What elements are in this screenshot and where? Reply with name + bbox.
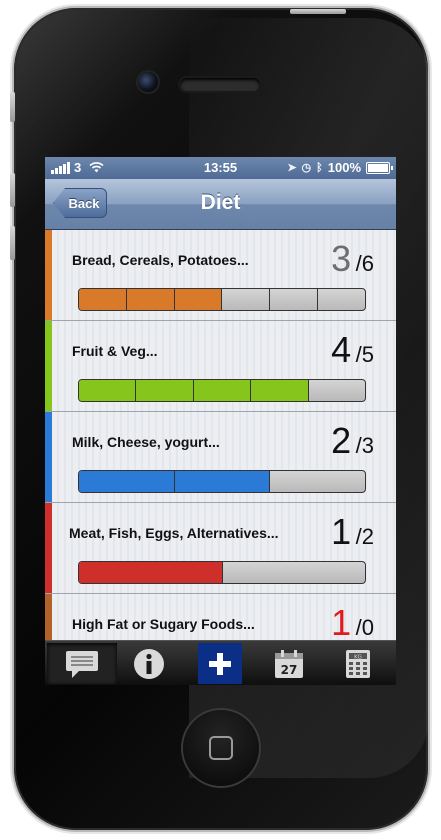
row-score: 1 /2 (331, 511, 374, 553)
navigation-bar: Back Diet (45, 179, 396, 230)
status-right: ➤ ◷ ᛒ 100% (287, 160, 393, 175)
info-icon (134, 648, 164, 679)
progress-segment-filled (174, 289, 223, 310)
score-value: 2 (331, 420, 352, 461)
progress-segment-empty (270, 471, 365, 492)
tab-info[interactable] (114, 643, 184, 684)
progress-segment-filled (79, 562, 223, 583)
row-label: Milk, Cheese, yogurt... (72, 434, 220, 450)
score-target: /6 (355, 251, 374, 276)
tab-weight[interactable]: KG (323, 643, 393, 684)
score-target: /3 (355, 433, 374, 458)
progress-bar (78, 288, 366, 311)
screen: 3 13:55 ➤ ◷ ᛒ 100% Back Diet Bread, Cere… (45, 157, 396, 685)
tab-calendar[interactable]: 27 (254, 643, 324, 684)
row-score: 3 /6 (331, 238, 374, 280)
score-value: 1 (331, 602, 352, 643)
food-group-list: Bread, Cereals, Potatoes... 3 /6 Fruit &… (45, 230, 396, 685)
progress-bar (78, 561, 366, 584)
progress-segment-filled (174, 471, 271, 492)
progress-segment-filled (79, 289, 127, 310)
tab-bar: 27 KG (45, 640, 396, 685)
progress-segment-filled (126, 289, 175, 310)
battery-icon (366, 161, 393, 174)
alarm-clock-icon: ◷ (301, 162, 312, 174)
row-label: Meat, Fish, Eggs, Alternatives... (69, 525, 279, 541)
tab-add[interactable] (198, 643, 242, 684)
bluetooth-icon: ᛒ (316, 161, 323, 174)
power-button (290, 9, 346, 14)
score-target: /2 (355, 524, 374, 549)
scale-label: KG (354, 654, 362, 660)
row-color-stripe (45, 321, 52, 411)
score-value: 3 (331, 238, 352, 279)
progress-segment-empty (318, 289, 365, 310)
progress-segment-filled (136, 380, 194, 401)
progress-segment-empty (223, 562, 366, 583)
home-square-icon (209, 736, 233, 760)
plus-icon (209, 652, 231, 675)
tab-diary[interactable] (47, 643, 117, 684)
row-label: Bread, Cereals, Potatoes... (72, 252, 249, 268)
calendar-day: 27 (281, 663, 298, 677)
progress-segment-filled (251, 380, 309, 401)
progress-segment-filled (193, 380, 252, 401)
row-score: 2 /3 (331, 420, 374, 462)
row-color-stripe (45, 503, 52, 593)
status-bar: 3 13:55 ➤ ◷ ᛒ 100% (45, 157, 396, 179)
silent-switch (10, 92, 15, 122)
food-row-protein[interactable]: Meat, Fish, Eggs, Alternatives... 1 /2 (45, 503, 396, 594)
earpiece-speaker (180, 78, 260, 91)
volume-down-button (10, 226, 15, 260)
front-camera-icon (138, 72, 158, 92)
progress-segment-empty (222, 289, 271, 310)
row-label: High Fat or Sugary Foods... (72, 616, 255, 632)
scale-calculator-icon: KG (346, 649, 370, 678)
volume-up-button (10, 173, 15, 207)
progress-segment-empty (309, 380, 365, 401)
food-row-dairy[interactable]: Milk, Cheese, yogurt... 2 /3 (45, 412, 396, 503)
row-color-stripe (45, 412, 52, 502)
progress-segment-empty (270, 289, 319, 310)
location-arrow-icon: ➤ (287, 162, 297, 174)
score-target: /0 (355, 615, 374, 640)
score-value: 4 (331, 329, 352, 370)
food-row-fruit-veg[interactable]: Fruit & Veg... 4 /5 (45, 321, 396, 412)
home-button[interactable] (183, 710, 259, 786)
score-value: 1 (331, 511, 352, 552)
food-row-bread[interactable]: Bread, Cereals, Potatoes... 3 /6 (45, 230, 396, 321)
page-title: Diet (200, 191, 241, 214)
battery-percent: 100% (327, 160, 361, 175)
row-color-stripe (45, 230, 52, 320)
calendar-icon: 27 (275, 649, 303, 678)
row-score: 4 /5 (331, 329, 374, 371)
progress-segment-filled (79, 380, 137, 401)
progress-segment-filled (79, 471, 175, 492)
row-label: Fruit & Veg... (72, 343, 158, 359)
speech-bubble-icon (66, 650, 98, 678)
score-target: /5 (355, 342, 374, 367)
progress-bar (78, 470, 366, 493)
progress-bar (78, 379, 366, 402)
row-score: 1 /0 (331, 602, 374, 644)
